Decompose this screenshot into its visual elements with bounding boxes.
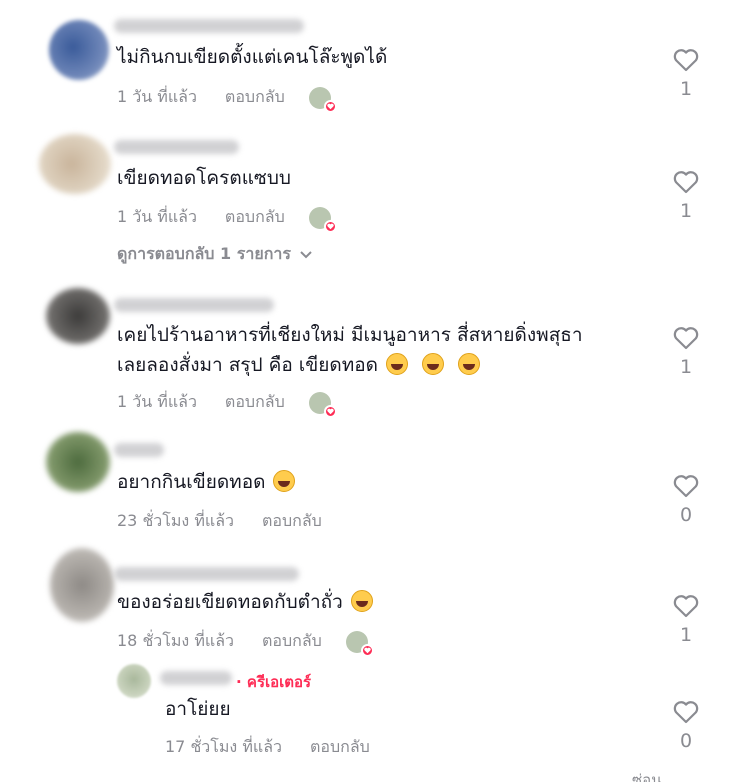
- comment-text-line2-text: เลยลองสั่งมา สรุป คือ เขียดทอด: [117, 354, 378, 376]
- rolling-laughing-emoji-icon: [458, 353, 481, 375]
- like-button[interactable]: 0: [668, 700, 704, 752]
- like-count: 1: [679, 78, 693, 100]
- like-count: 1: [679, 356, 693, 378]
- comment-time: 1 วัน ที่แล้ว: [117, 207, 197, 226]
- rolling-laughing-emoji-icon: [386, 353, 409, 375]
- like-count: 1: [679, 624, 693, 646]
- reply-meta: 17 ชั่วโมง ที่แล้ว ตอบกลับ: [165, 735, 394, 760]
- heart-outline-icon[interactable]: [673, 474, 699, 498]
- creator-liked-badge: [308, 86, 337, 113]
- like-button[interactable]: 1: [668, 594, 704, 646]
- like-button[interactable]: 0: [668, 474, 704, 526]
- comment-text: อยากกินเขียดทอด: [117, 467, 296, 497]
- view-replies-button[interactable]: ดูการตอบกลับ 1 รายการ: [117, 242, 313, 267]
- creator-liked-badge: [345, 630, 374, 657]
- comment-text: ไม่กินกบเขียดตั้งแต่เคนโล๊ะพูดได้: [117, 46, 388, 68]
- comment-meta: 1 วัน ที่แล้ว ตอบกลับ: [117, 205, 337, 233]
- reply-text: อาโย่ยย: [165, 698, 231, 720]
- like-button[interactable]: 1: [668, 326, 704, 378]
- chevron-down-icon: [300, 250, 312, 258]
- comment-text: เขียดทอดโครตแซบบ: [117, 167, 291, 189]
- like-button[interactable]: 1: [668, 48, 704, 100]
- comment-time: 18 ชั่วโมง ที่แล้ว: [117, 631, 234, 650]
- avatar[interactable]: [49, 20, 109, 80]
- creator-avatar[interactable]: [117, 664, 151, 698]
- reply-button[interactable]: ตอบกลับ: [262, 509, 322, 534]
- comment-text-body: ของอร่อยเขียดทอดกับตำถั่ว: [117, 591, 343, 613]
- heart-outline-icon[interactable]: [673, 170, 699, 194]
- comment-text: ของอร่อยเขียดทอดกับตำถั่ว: [117, 587, 373, 617]
- avatar[interactable]: [39, 134, 111, 194]
- comment-time: 1 วัน ที่แล้ว: [117, 392, 197, 411]
- reply-time: 17 ชั่วโมง ที่แล้ว: [165, 737, 282, 756]
- heart-outline-icon[interactable]: [673, 326, 699, 350]
- avatar[interactable]: [46, 288, 110, 344]
- comment-time: 1 วัน ที่แล้ว: [117, 87, 197, 106]
- rolling-laughing-emoji-icon: [422, 353, 445, 375]
- comment-text-body: อยากกินเขียดทอด: [117, 471, 266, 493]
- heart-outline-icon[interactable]: [673, 594, 699, 618]
- reply-button[interactable]: ตอบกลับ: [310, 735, 370, 760]
- like-count: 0: [679, 730, 693, 752]
- reply-button[interactable]: ตอบกลับ: [262, 629, 322, 654]
- creator-liked-badge: [308, 391, 337, 418]
- like-count: 1: [679, 200, 693, 222]
- reply-button[interactable]: ตอบกลับ: [225, 205, 285, 230]
- heart-outline-icon[interactable]: [673, 48, 699, 72]
- tears-of-joy-emoji-icon: [350, 590, 373, 612]
- like-count: 0: [679, 504, 693, 526]
- reply-button[interactable]: ตอบกลับ: [225, 85, 285, 110]
- comment-text-line2: เลยลองสั่งมา สรุป คือ เขียดทอด: [117, 350, 481, 380]
- creator-liked-heart-icon: [360, 643, 374, 657]
- reply-button[interactable]: ตอบกลับ: [225, 390, 285, 415]
- creator-badge: · ครีเอเตอร์: [236, 673, 312, 691]
- view-replies-label: ดูการตอบกลับ 1 รายการ: [117, 244, 291, 263]
- username-blurred[interactable]: [114, 567, 299, 581]
- grinning-face-emoji-icon: [273, 470, 296, 492]
- comment-meta: 1 วัน ที่แล้ว ตอบกลับ: [117, 85, 337, 113]
- creator-liked-heart-icon: [323, 219, 337, 233]
- username-blurred[interactable]: [114, 140, 239, 154]
- comment-time: 23 ชั่วโมง ที่แล้ว: [117, 511, 234, 530]
- creator-liked-badge: [308, 206, 337, 233]
- heart-outline-icon[interactable]: [673, 700, 699, 724]
- creator-username-blurred[interactable]: [160, 671, 232, 685]
- avatar[interactable]: [46, 432, 110, 492]
- creator-liked-heart-icon: [323, 99, 337, 113]
- comment-meta: 23 ชั่วโมง ที่แล้ว ตอบกลับ: [117, 509, 346, 534]
- avatar[interactable]: [50, 548, 114, 622]
- comment-meta: 1 วัน ที่แล้ว ตอบกลับ: [117, 390, 337, 418]
- hide-replies-button[interactable]: ซ่อน: [632, 768, 661, 782]
- username-blurred[interactable]: [114, 19, 304, 33]
- username-blurred[interactable]: [114, 443, 164, 457]
- comment-text-line1: เคยไปร้านอาหารที่เชียงใหม่ มีเมนูอาหาร ส…: [117, 324, 583, 346]
- like-button[interactable]: 1: [668, 170, 704, 222]
- comment-meta: 18 ชั่วโมง ที่แล้ว ตอบกลับ: [117, 629, 374, 657]
- creator-liked-heart-icon: [323, 404, 337, 418]
- username-blurred[interactable]: [114, 298, 274, 312]
